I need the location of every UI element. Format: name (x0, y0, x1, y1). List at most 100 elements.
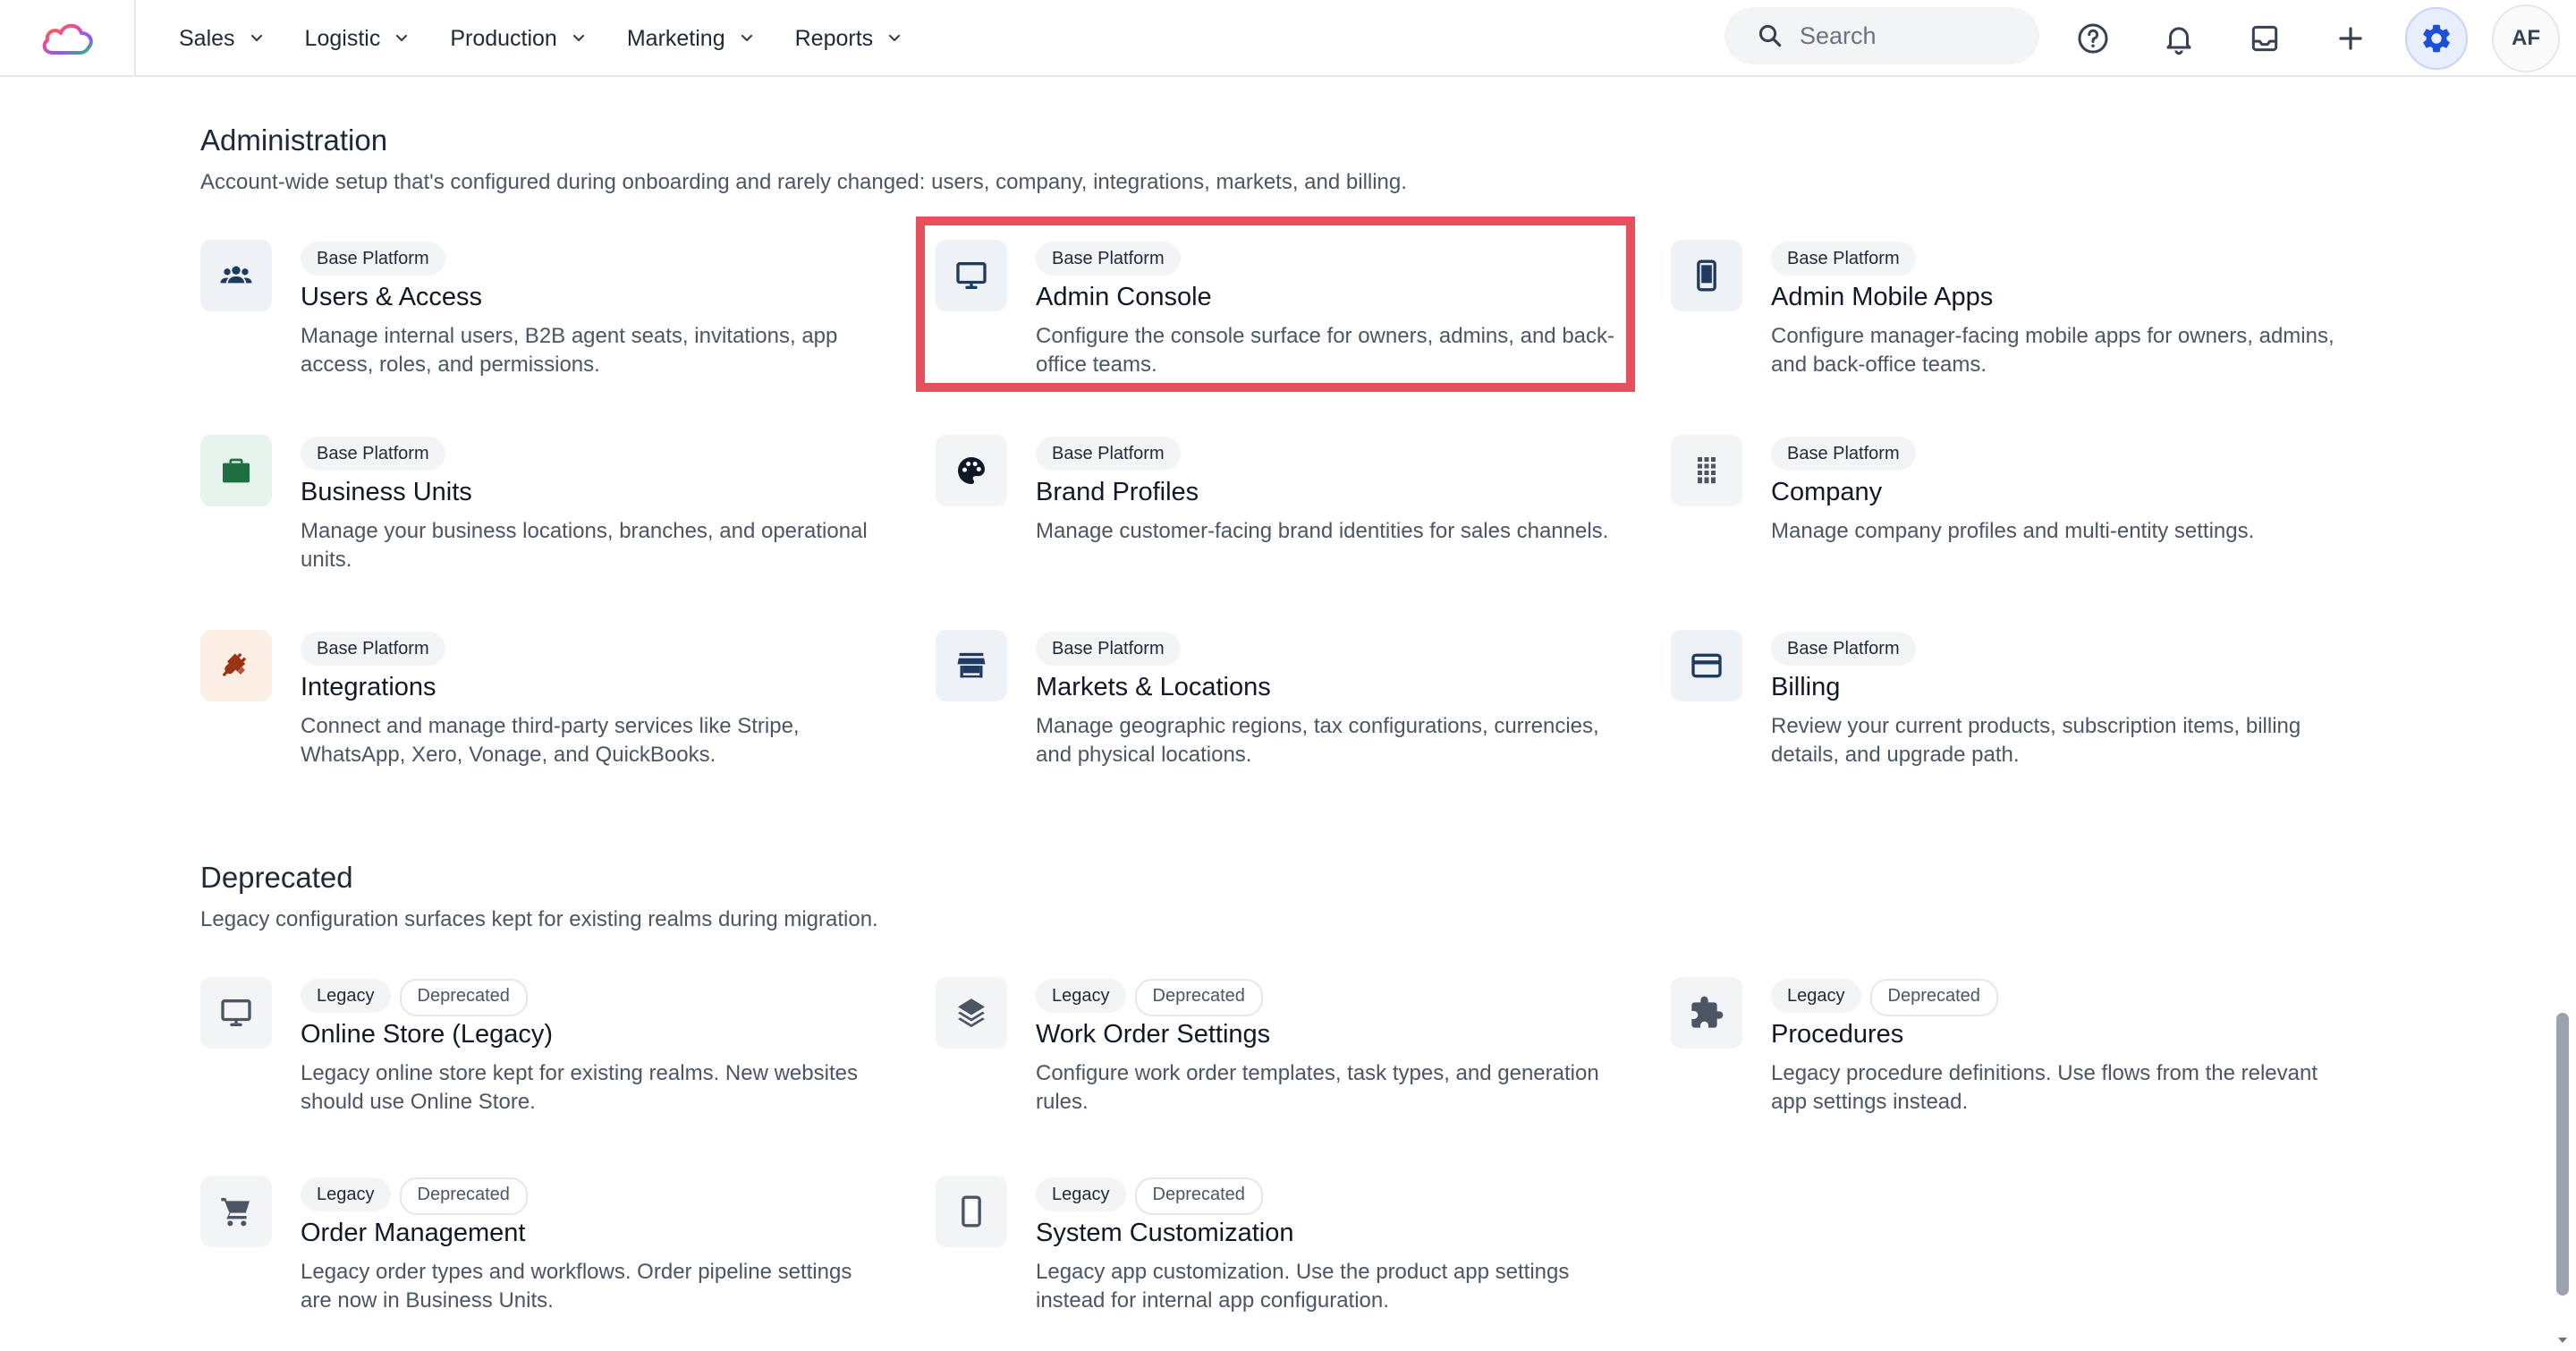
app-logo[interactable] (0, 0, 136, 77)
nav-marketing[interactable]: Marketing (627, 26, 756, 52)
layers-icon (958, 998, 985, 1028)
mobile-icon (1697, 259, 1716, 292)
nav-sales[interactable]: Sales (179, 26, 266, 52)
inbox-button[interactable] (2233, 7, 2296, 70)
card-users-access[interactable]: Base Platform Users & Access Manage inte… (200, 240, 898, 410)
card-online-store-legacy[interactable]: Legacy Deprecated Online Store (Legacy) … (200, 977, 898, 1147)
card-admin-console[interactable]: Base Platform Admin Console Configure th… (936, 240, 1633, 410)
card-icon-box (936, 435, 1007, 506)
card-markets-locations[interactable]: Base Platform Markets & Locations Manage… (936, 630, 1633, 800)
card-icon-box (936, 1176, 1007, 1247)
badge-legacy: Legacy (301, 979, 391, 1013)
card-admin-mobile-apps[interactable]: Base Platform Admin Mobile Apps Configur… (1671, 240, 2368, 410)
scrollbar-thumb[interactable] (2556, 1013, 2569, 1296)
card-description: Legacy order types and workflows. Order … (301, 1260, 852, 1313)
card-description: Configure the console surface for owners… (1036, 324, 1615, 377)
card-title: Business Units (301, 478, 472, 506)
chevron-down-icon (396, 34, 408, 42)
badge-deprecated: Deprecated (1134, 979, 1263, 1016)
nav-production-label: Production (450, 25, 557, 51)
bell-icon (2166, 27, 2191, 55)
card-title: Integrations (301, 673, 436, 701)
card-icon-box (200, 1176, 272, 1247)
card-order-management[interactable]: Legacy Deprecated Order Management Legac… (200, 1176, 898, 1346)
card-title: Order Management (301, 1219, 526, 1247)
badge-base-platform: Base Platform (1036, 437, 1181, 471)
badge-deprecated: Deprecated (399, 1177, 528, 1215)
user-avatar[interactable]: AF (2492, 4, 2560, 72)
card-billing[interactable]: Base Platform Billing Review your curren… (1671, 630, 2368, 800)
help-button[interactable] (2062, 7, 2124, 70)
card-icon-box (936, 977, 1007, 1049)
settings-button[interactable] (2405, 7, 2468, 70)
nav-reports[interactable]: Reports (795, 26, 904, 52)
monitor-icon (956, 262, 987, 289)
badge-legacy: Legacy (1036, 979, 1126, 1013)
card-icon-box (200, 977, 272, 1049)
chevron-down-icon (741, 34, 752, 42)
badge-base-platform: Base Platform (1036, 242, 1181, 276)
search-box[interactable] (1724, 7, 2039, 64)
palette-icon (958, 457, 985, 484)
badge-deprecated: Deprecated (1869, 979, 1998, 1016)
briefcase-icon (223, 458, 250, 483)
badge-base-platform: Base Platform (1771, 437, 1916, 471)
badge-legacy: Legacy (301, 1177, 391, 1211)
badge-base-platform: Base Platform (1771, 242, 1916, 276)
card-description: Manage customer-facing brand identities … (1036, 519, 1609, 543)
card-description: Legacy app customization. Use the produc… (1036, 1260, 1570, 1313)
administration-title: Administration (200, 123, 388, 157)
card-icon-box (200, 435, 272, 506)
card-description: Manage internal users, B2B agent seats, … (301, 324, 838, 377)
card-icon-box (1671, 240, 1742, 311)
scroll-down-arrow-icon[interactable] (2555, 1333, 2570, 1347)
card-description: Manage your business locations, branches… (301, 519, 868, 572)
card-procedures[interactable]: Legacy Deprecated Procedures Legacy proc… (1671, 977, 2368, 1147)
nav-sales-label: Sales (179, 25, 235, 51)
cloud-logo-icon (42, 23, 93, 55)
badge-base-platform: Base Platform (1771, 632, 1916, 666)
nav-logistic-label: Logistic (304, 25, 381, 51)
puzzle-icon (1691, 996, 1724, 1028)
administration-description: Account-wide setup that's configured dur… (200, 170, 1407, 194)
card-description: Configure work order templates, task typ… (1036, 1061, 1599, 1114)
nav-reports-label: Reports (794, 25, 874, 51)
card-work-order-settings[interactable]: Legacy Deprecated Work Order Settings Co… (936, 977, 1633, 1147)
badge-base-platform: Base Platform (1036, 632, 1181, 666)
gear-icon (2423, 24, 2450, 53)
card-icon-box (936, 240, 1007, 311)
nav-production[interactable]: Production (450, 26, 588, 52)
card-title: Billing (1771, 673, 1841, 701)
mobile-icon (962, 1195, 981, 1228)
badge-legacy: Legacy (1036, 1177, 1126, 1211)
card-company[interactable]: Base Platform Company Manage company pro… (1671, 435, 2368, 605)
chevron-down-icon (889, 34, 901, 42)
card-icon-box (200, 630, 272, 701)
plug-icon (222, 652, 247, 676)
badge-base-platform: Base Platform (301, 242, 445, 276)
help-icon (2078, 23, 2108, 54)
plus-icon (2339, 27, 2362, 50)
card-description: Connect and manage third-party services … (301, 714, 800, 767)
card-description: Manage geographic regions, tax configura… (1036, 714, 1599, 767)
main-nav: Sales Logistic Production Marketing Repo… (179, 0, 943, 77)
card-icon-box (936, 630, 1007, 701)
add-button[interactable] (2319, 7, 2382, 70)
nav-marketing-label: Marketing (626, 25, 725, 51)
card-title: Users & Access (301, 283, 483, 311)
card-title: Online Store (Legacy) (301, 1020, 554, 1049)
card-integrations[interactable]: Base Platform Integrations Connect and m… (200, 630, 898, 800)
store-icon (957, 652, 986, 678)
search-input[interactable] (1798, 21, 2034, 51)
badge-deprecated: Deprecated (399, 979, 528, 1016)
inbox-icon (2251, 25, 2278, 52)
notifications-button[interactable] (2148, 7, 2210, 70)
card-icon-box (200, 240, 272, 311)
card-system-customization[interactable]: Legacy Deprecated System Customization L… (936, 1176, 1633, 1346)
top-navigation-bar: Sales Logistic Production Marketing Repo… (0, 0, 2576, 77)
nav-logistic[interactable]: Logistic (305, 26, 411, 52)
card-icon-box (1671, 977, 1742, 1049)
card-brand-profiles[interactable]: Base Platform Brand Profiles Manage cust… (936, 435, 1633, 605)
card-title: Admin Console (1036, 283, 1212, 311)
card-business-units[interactable]: Base Platform Business Units Manage your… (200, 435, 898, 605)
